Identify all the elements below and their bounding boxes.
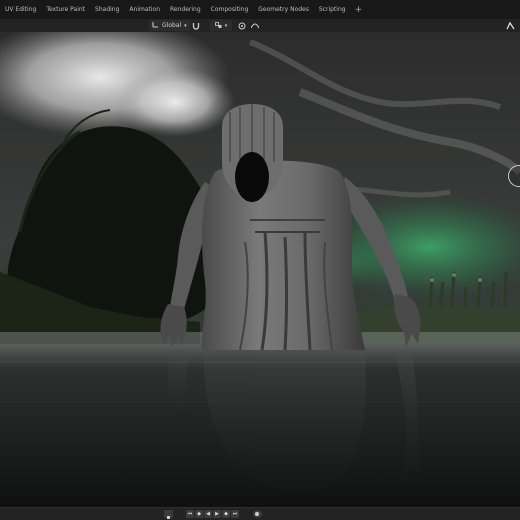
snap-toggle[interactable] (188, 20, 204, 31)
falloff-icon (251, 23, 259, 29)
chevron-down-icon: ▾ (224, 22, 228, 29)
tab-animation[interactable]: Animation (124, 0, 165, 19)
tab-uv-editing[interactable]: UV Editing (0, 0, 41, 19)
proportional-edit-toggle[interactable] (236, 20, 248, 31)
jump-to-end-button[interactable]: ⏭ (231, 510, 239, 518)
gizmo-toggle-icon (505, 21, 515, 30)
chevron-down-icon: ▾ (184, 22, 187, 29)
snap-increment-icon (214, 22, 224, 29)
magnet-icon (192, 22, 200, 30)
auto-keying-toggle[interactable] (253, 510, 262, 518)
tab-shading[interactable]: Shading (90, 0, 124, 19)
tab-geometry-nodes[interactable]: Geometry Nodes (253, 0, 314, 19)
workspace-tab-bar: UV Editing Texture Paint Shading Animati… (0, 0, 520, 19)
proportional-edit-icon (238, 22, 246, 30)
jump-to-start-button[interactable]: ⏮ (186, 510, 194, 518)
transform-orientation-dropdown[interactable]: Global ▾ (149, 20, 190, 31)
tab-texture-paint[interactable]: Texture Paint (41, 0, 90, 19)
timeline-bar: ⏮ ◆ ◀ ▶ ◆ ⏭ (0, 507, 520, 520)
jump-to-keyframe-prev-button[interactable]: ◆ (195, 510, 203, 518)
add-workspace-button[interactable]: + (351, 5, 367, 15)
orientation-label: Global (162, 22, 182, 29)
gizmo-toggle[interactable] (504, 20, 516, 31)
orientation-icon (152, 21, 159, 30)
rendered-scene (0, 32, 520, 507)
blender-window: UV Editing Texture Paint Shading Animati… (0, 0, 520, 520)
proportional-falloff-dropdown[interactable] (250, 20, 260, 31)
play-reverse-button[interactable]: ◀ (204, 510, 212, 518)
keyframe-button[interactable] (164, 510, 173, 519)
snap-increment-dropdown[interactable]: ▾ (210, 20, 232, 31)
viewport-header: Global ▾ ▾ (0, 19, 520, 32)
keyframe-icon (166, 505, 171, 520)
tab-compositing[interactable]: Compositing (206, 0, 254, 19)
tab-scripting[interactable]: Scripting (314, 0, 351, 19)
tab-rendering[interactable]: Rendering (165, 0, 206, 19)
3d-viewport[interactable] (0, 32, 520, 507)
play-button[interactable]: ▶ (213, 510, 221, 518)
jump-to-keyframe-next-button[interactable]: ◆ (222, 510, 230, 518)
playback-controls: ⏮ ◆ ◀ ▶ ◆ ⏭ (186, 510, 239, 518)
